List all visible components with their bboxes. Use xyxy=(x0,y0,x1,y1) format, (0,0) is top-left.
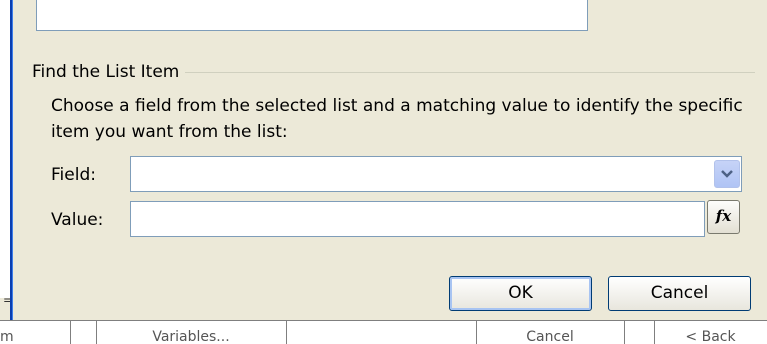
background-button-row: m Variables... Cancel < Back xyxy=(0,320,767,344)
find-list-item-dialog: Find the List Item Choose a field from t… xyxy=(10,0,767,320)
background-cell xyxy=(624,321,655,344)
chevron-down-icon[interactable] xyxy=(714,160,740,188)
background-cancel-button: Cancel xyxy=(476,321,625,344)
list-box[interactable] xyxy=(36,0,588,31)
background-cell xyxy=(286,321,477,344)
background-variables-button: Variables... xyxy=(96,321,287,344)
value-label: Value: xyxy=(51,210,104,230)
field-label: Field: xyxy=(51,165,96,185)
ok-button[interactable]: OK xyxy=(449,276,592,311)
fx-icon[interactable]: fx xyxy=(707,200,740,234)
background-back-button: < Back xyxy=(685,329,736,344)
background-cell xyxy=(70,321,97,344)
cancel-button[interactable]: Cancel xyxy=(608,276,751,311)
background-cell: m xyxy=(0,321,71,344)
group-title: Find the List Item xyxy=(32,60,186,84)
value-input[interactable] xyxy=(130,201,705,237)
group-description: Choose a field from the selected list an… xyxy=(51,96,743,142)
field-combobox[interactable] xyxy=(130,156,742,192)
